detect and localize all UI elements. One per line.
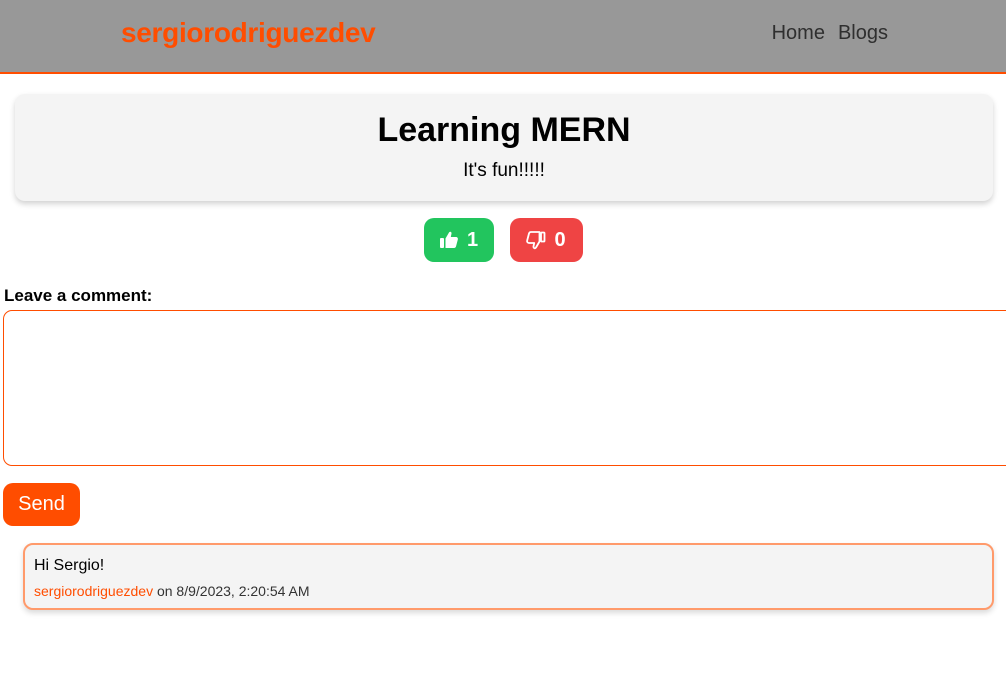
vote-row: 1 0	[0, 218, 1006, 262]
nav-link-home[interactable]: Home	[772, 22, 825, 45]
comment-date: on 8/9/2023, 2:20:54 AM	[156, 583, 310, 599]
navbar: sergiorodriguezdev Home Blogs	[0, 0, 1006, 74]
post-body: It's fun!!!!!	[463, 160, 545, 181]
comment-text: Hi Sergio!	[34, 557, 105, 574]
like-count: 1	[466, 228, 479, 251]
brand-link[interactable]: sergiorodriguezdev	[121, 17, 376, 49]
post-title: Learning MERN	[377, 111, 631, 149]
comment-input[interactable]	[3, 310, 1006, 466]
comment-card: Hi Sergio! sergiorodriguezdev on 8/9/202…	[23, 543, 994, 610]
thumbs-up-icon	[439, 230, 459, 250]
like-button[interactable]: 1	[423, 218, 494, 262]
dislike-button[interactable]: 0	[509, 218, 583, 262]
nav-links: Home Blogs	[772, 22, 888, 45]
send-button[interactable]: Send	[3, 483, 80, 526]
dislike-count: 0	[554, 228, 566, 251]
comment-author-link[interactable]: sergiorodriguezdev	[34, 583, 153, 599]
comment-label: Leave a comment:	[4, 286, 153, 305]
nav-link-blogs[interactable]: Blogs	[838, 22, 888, 45]
post-card: Learning MERN It's fun!!!!!	[15, 94, 993, 201]
comment-meta: sergiorodriguezdev on 8/9/2023, 2:20:54 …	[34, 583, 983, 599]
thumbs-down-icon	[526, 230, 546, 250]
